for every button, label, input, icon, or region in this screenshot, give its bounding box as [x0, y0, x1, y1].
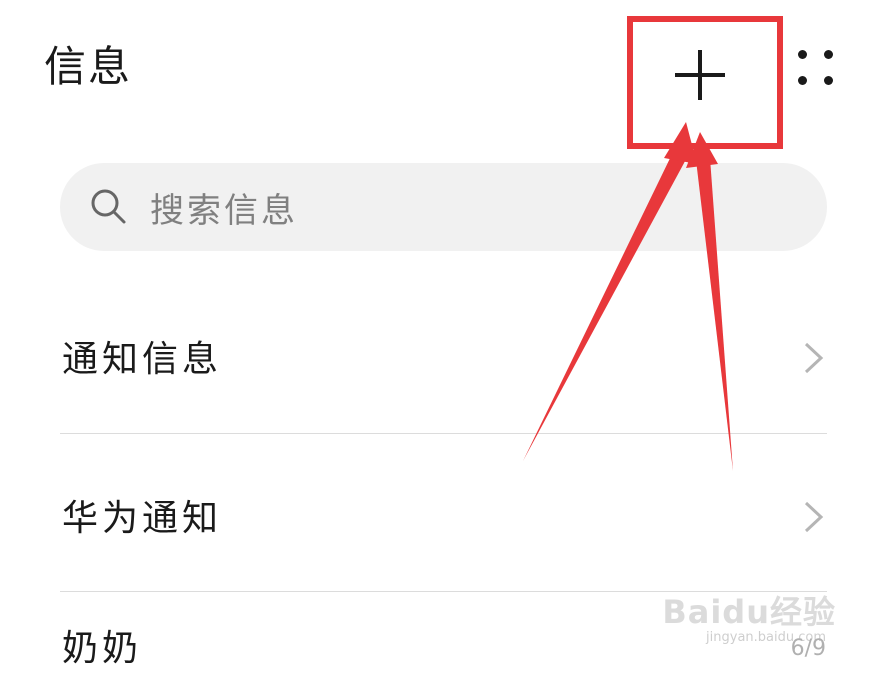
chevron-right-icon: [804, 501, 824, 533]
page-indicator: 6/9: [790, 636, 826, 661]
list-item-huawei-notifications[interactable]: 华为通知: [60, 470, 827, 560]
watermark-logo: Baidu经验: [662, 593, 836, 631]
list-item-label: 华为通知: [62, 498, 223, 539]
list-item-label: 通知信息: [62, 339, 223, 380]
list-item-label: 奶奶: [62, 628, 143, 669]
search-input[interactable]: 搜索信息: [60, 163, 827, 251]
add-button[interactable]: [655, 30, 745, 120]
search-icon: [91, 189, 126, 224]
divider: [60, 433, 827, 434]
chevron-right-icon: [804, 342, 824, 374]
search-placeholder: 搜索信息: [150, 190, 298, 231]
more-button[interactable]: [792, 44, 842, 94]
more-dots-icon: [798, 50, 807, 59]
plus-icon: [675, 50, 725, 100]
page-title: 信息: [44, 42, 133, 91]
annotation-arrowhead: [664, 122, 697, 164]
list-item-notification-messages[interactable]: 通知信息: [60, 311, 827, 401]
